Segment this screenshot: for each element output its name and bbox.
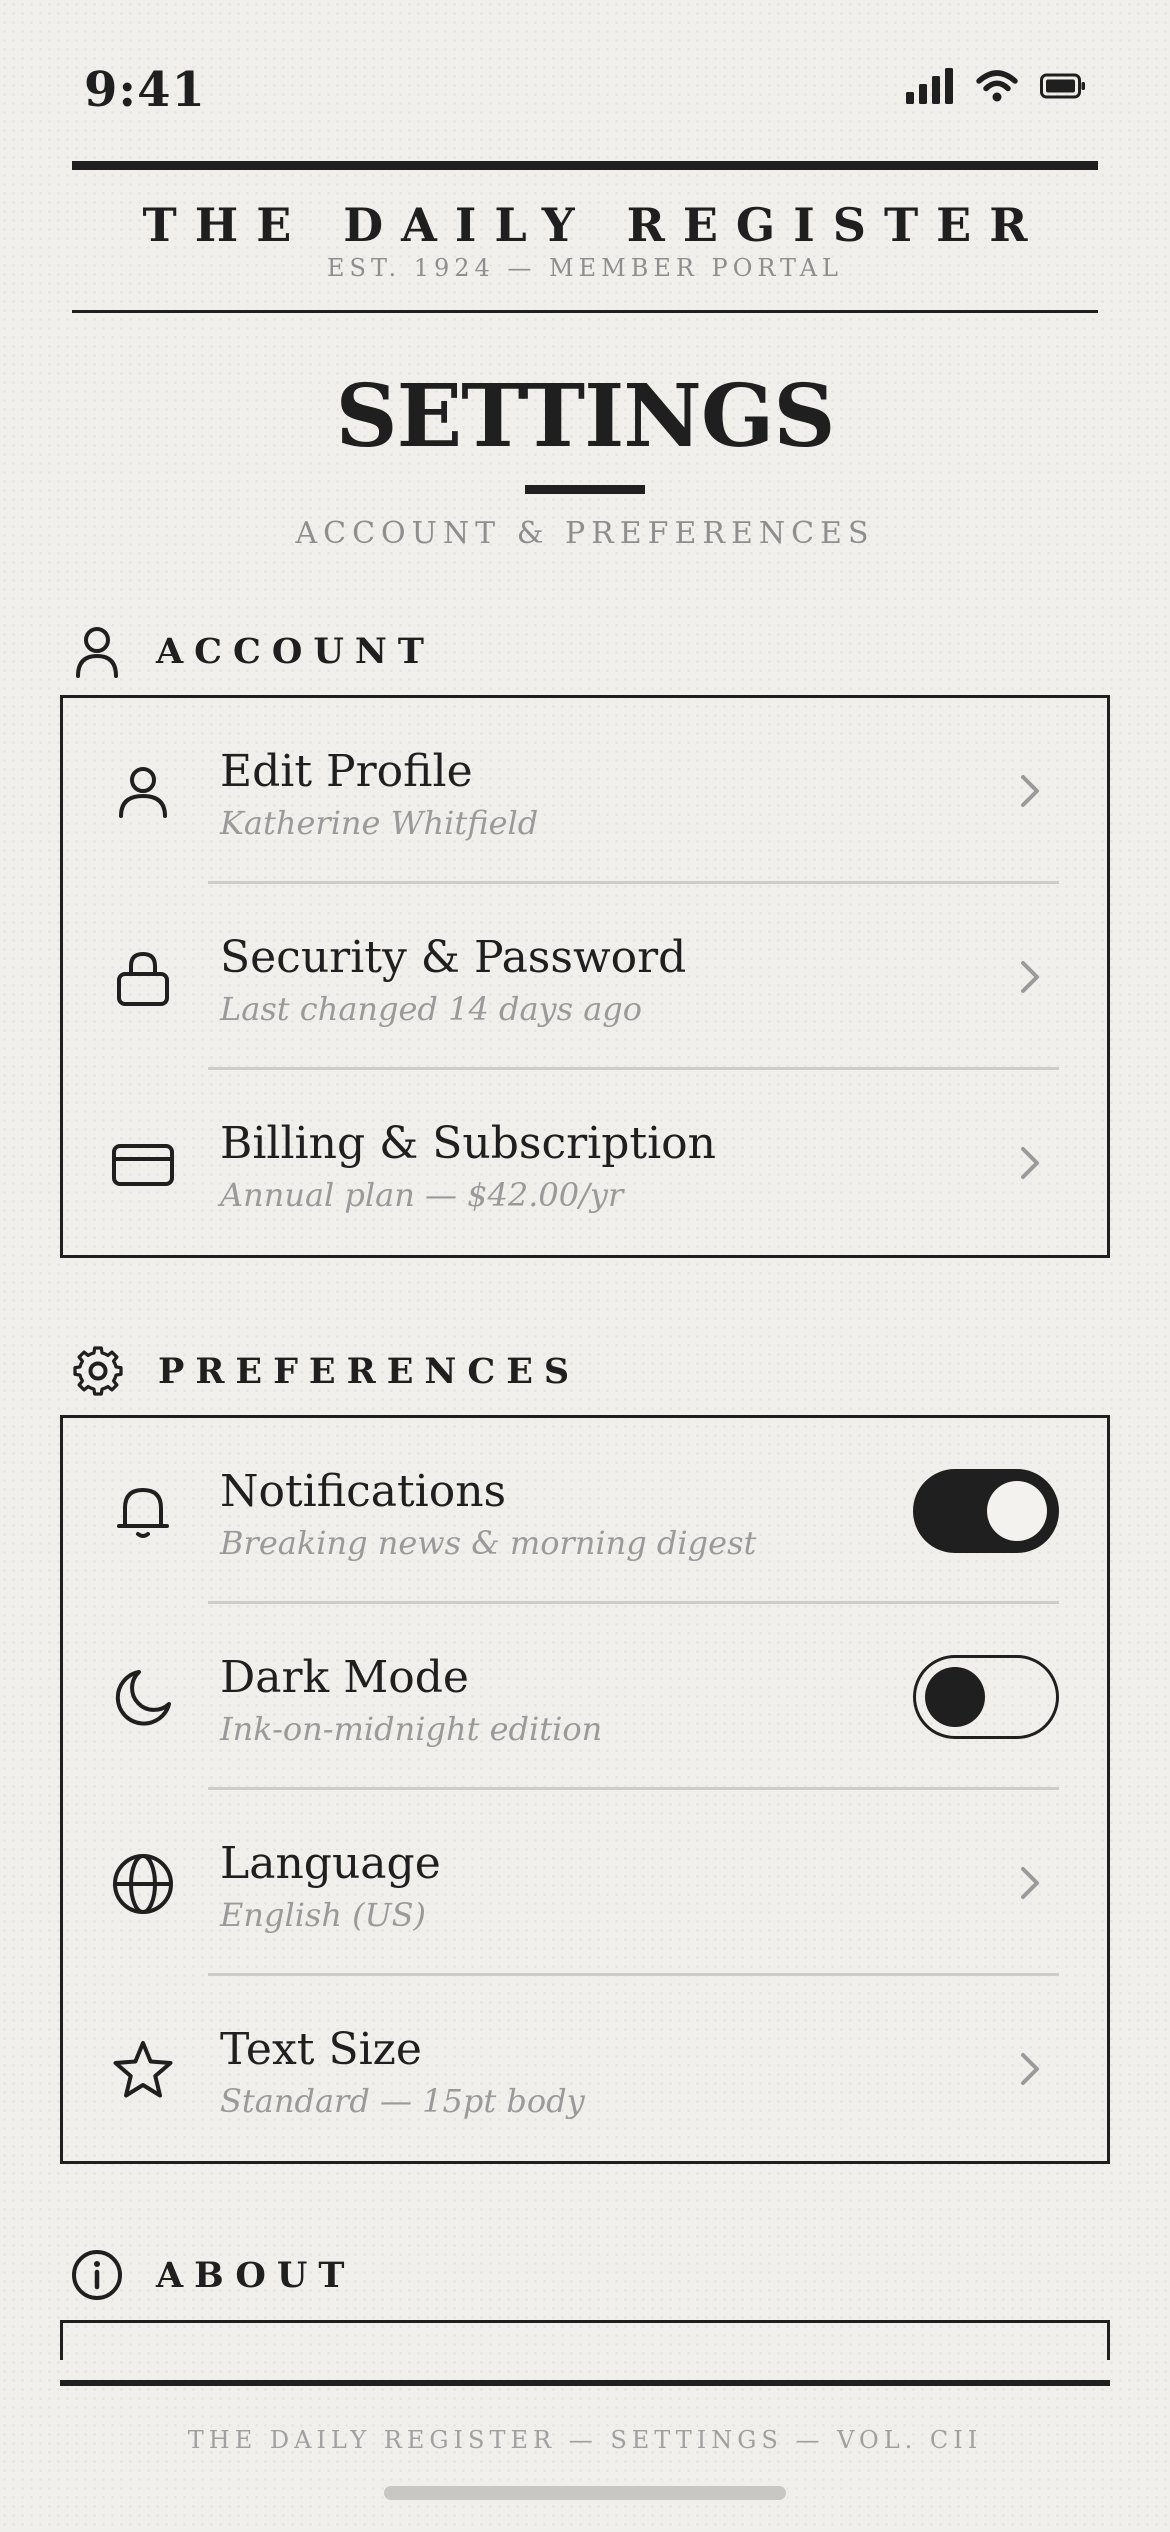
masthead-tagline: EST. 1924 — MEMBER PORTAL [327, 254, 843, 282]
chevron-right-icon [1021, 961, 1039, 993]
row-title: Notifications [220, 1466, 507, 1517]
info-icon [72, 2250, 122, 2300]
gear-icon [73, 1346, 123, 1396]
settings-row-security-password[interactable]: Security & Password Last changed 14 days… [63, 884, 1107, 1070]
masthead-top-rule [72, 161, 1098, 170]
bell-icon [117, 1488, 169, 1538]
status-time: 9:41 [84, 62, 206, 118]
dark-mode-toggle[interactable] [913, 1655, 1059, 1739]
settings-row-notifications: Notifications Breaking news & morning di… [63, 1418, 1107, 1604]
chevron-right-icon [1021, 1867, 1039, 1899]
credit-card-icon [112, 1144, 174, 1186]
row-subtitle: Annual plan — $42.00/yr [220, 1176, 624, 1214]
preferences-card: Notifications Breaking news & morning di… [60, 1415, 1110, 2164]
masthead-bottom-rule [72, 310, 1098, 313]
row-subtitle: Standard — 15pt body [220, 2082, 585, 2120]
home-indicator[interactable] [384, 2486, 786, 2500]
moon-icon [115, 1670, 171, 1726]
globe-icon [113, 1854, 173, 1914]
footer-rule [60, 2380, 1110, 2386]
row-title: Security & Password [220, 932, 687, 983]
notifications-toggle[interactable] [913, 1469, 1059, 1553]
account-card: Edit Profile Katherine Whitfield Securit… [60, 695, 1110, 1258]
row-subtitle: Breaking news & morning digest [220, 1524, 757, 1562]
star-icon [113, 2041, 173, 2098]
row-subtitle: Last changed 14 days ago [220, 990, 643, 1028]
person-icon [119, 767, 167, 818]
row-subtitle: Ink-on-midnight edition [220, 1710, 603, 1748]
row-subtitle: Katherine Whitfield [220, 804, 539, 842]
status-icons [906, 68, 1086, 104]
footer-text: THE DAILY REGISTER — SETTINGS — VOL. CII [187, 2426, 983, 2454]
chevron-right-icon [1021, 775, 1039, 807]
masthead-title: THE DAILY REGISTER [142, 198, 1046, 252]
settings-row-text-size[interactable]: Text Size Standard — 15pt body [63, 1976, 1107, 2162]
settings-row-billing-subscription[interactable]: Billing & Subscription Annual plan — $42… [63, 1070, 1107, 1256]
section-header-account: ACCOUNT [70, 624, 435, 678]
lock-icon [117, 951, 169, 1006]
section-label-preferences: PREFERENCES [158, 1350, 581, 1392]
section-label-about: ABOUT [156, 2254, 356, 2296]
settings-row-dark-mode: Dark Mode Ink-on-midnight edition [63, 1604, 1107, 1790]
row-title: Language [220, 1838, 441, 1889]
settings-row-edit-profile[interactable]: Edit Profile Katherine Whitfield [63, 698, 1107, 884]
chevron-right-icon [1021, 2053, 1039, 2085]
chevron-right-icon [1021, 1147, 1039, 1179]
battery-icon [1040, 73, 1085, 99]
toggle-knob [925, 1667, 985, 1727]
page-title: SETTINGS [335, 366, 836, 467]
page-subtitle: ACCOUNT & PREFERENCES [295, 516, 875, 551]
person-icon [76, 627, 118, 678]
row-title: Dark Mode [220, 1652, 469, 1703]
section-header-about: ABOUT [70, 2248, 355, 2302]
wifi-icon [976, 70, 1018, 102]
title-underline [525, 485, 645, 494]
section-header-preferences: PREFERENCES [70, 1343, 580, 1399]
about-card [60, 2320, 1110, 2360]
section-label-account: ACCOUNT [156, 630, 435, 672]
settings-row-language[interactable]: Language English (US) [63, 1790, 1107, 1976]
row-subtitle: English (US) [220, 1896, 426, 1934]
toggle-knob [987, 1481, 1047, 1541]
row-title: Text Size [220, 2024, 422, 2075]
cellular-signal-icon [906, 68, 953, 104]
row-title: Edit Profile [220, 746, 473, 797]
row-title: Billing & Subscription [220, 1118, 716, 1169]
